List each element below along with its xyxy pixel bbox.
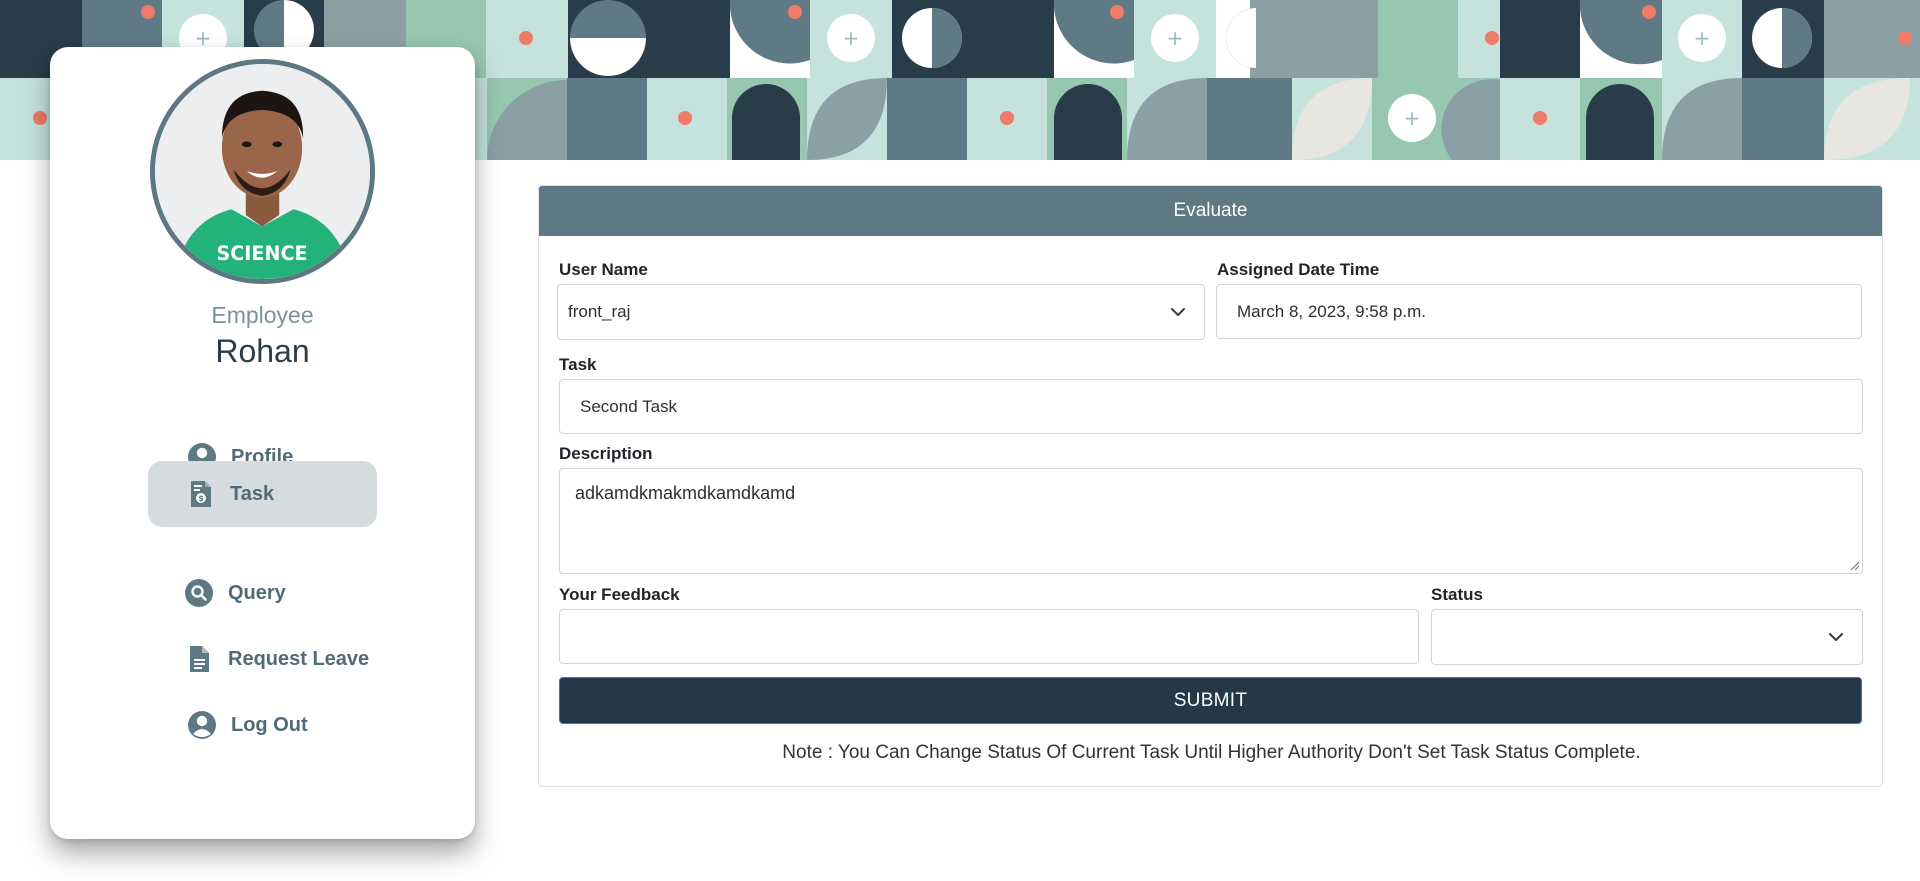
task-field[interactable]: Second Task (559, 379, 1863, 434)
user-circle-icon (187, 710, 217, 740)
nav-item-query[interactable]: Query (184, 560, 414, 626)
description-value: adkamdkmakmdkamdkamd (575, 483, 796, 503)
assigned-date-field[interactable]: March 8, 2023, 9:58 p.m. (1216, 284, 1862, 339)
submit-button[interactable]: SUBMIT (559, 677, 1862, 724)
feedback-input[interactable] (559, 609, 1419, 664)
svg-text:+: + (1167, 26, 1184, 50)
task-icon: $ (186, 479, 216, 509)
status-label: Status (1431, 585, 1483, 604)
sidebar-card: SCIENCE Employee Rohan Profile $ Task Qu… (50, 47, 475, 839)
task-label: Task (559, 355, 597, 374)
status-note: Note : You Can Change Status Of Current … (782, 742, 1641, 763)
user-name-value: front_raj (568, 302, 631, 321)
status-select[interactable] (1431, 609, 1863, 665)
user-name-select[interactable]: front_raj (557, 284, 1205, 340)
evaluate-card: Evaluate User Name front_raj Assigned Da… (538, 185, 1883, 787)
description-label: Description (559, 444, 653, 463)
nav-item-label: Log Out (231, 713, 308, 736)
user-role: Employee (211, 302, 314, 328)
description-textarea[interactable]: adkamdkmakmdkamdkamd (559, 468, 1863, 574)
feedback-label: Your Feedback (559, 585, 680, 604)
avatar-photo: SCIENCE (155, 64, 370, 279)
user-name-label: User Name (559, 260, 648, 279)
svg-text:+: + (1404, 106, 1421, 130)
document-icon (184, 644, 214, 674)
user-name: Rohan (215, 333, 310, 369)
assigned-date-value: March 8, 2023, 9:58 p.m. (1237, 301, 1426, 321)
svg-text:+: + (1694, 26, 1711, 50)
assigned-date-label: Assigned Date Time (1217, 260, 1380, 279)
card-title: Evaluate (539, 186, 1882, 236)
avatar: SCIENCE (150, 59, 375, 284)
nav-item-task[interactable]: $ Task (148, 461, 377, 527)
nav-item-request-leave[interactable]: Request Leave (184, 626, 434, 692)
svg-text:+: + (843, 26, 860, 50)
search-icon (184, 578, 214, 608)
chevron-down-icon (1828, 629, 1844, 645)
nav-item-log-out[interactable]: Log Out (187, 692, 417, 758)
resize-handle-icon[interactable] (1850, 561, 1860, 571)
avatar-shirt-text: SCIENCE (217, 242, 308, 265)
task-value: Second Task (580, 396, 678, 416)
nav-item-label: Task (230, 482, 275, 505)
nav-item-label: Request Leave (228, 647, 370, 670)
chevron-down-icon (1170, 304, 1186, 320)
svg-text:$: $ (198, 494, 204, 503)
nav-item-label: Query (228, 581, 286, 604)
